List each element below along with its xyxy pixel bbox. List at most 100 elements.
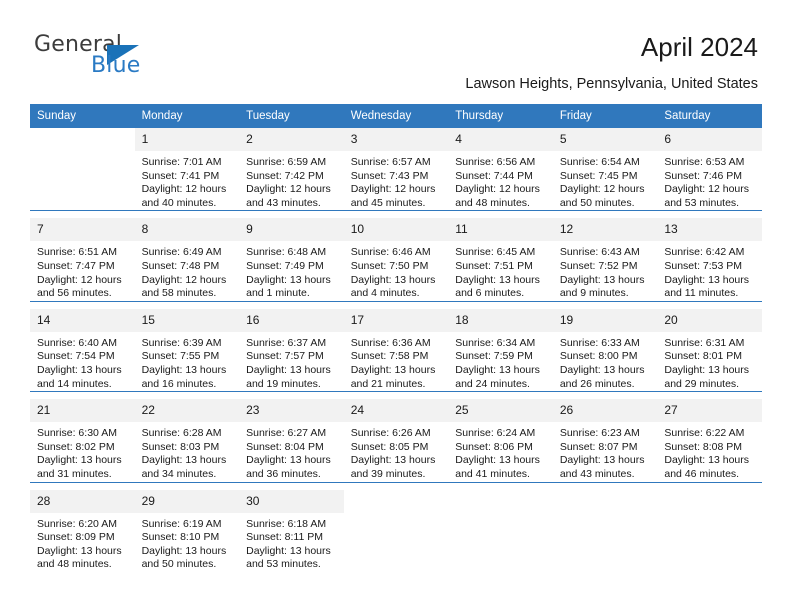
day-number: 13 <box>657 218 762 242</box>
day-number <box>343 489 449 513</box>
sunset-text: Sunset: 8:11 PM <box>246 531 323 544</box>
day-info: Sunrise: 6:31 AM Sunset: 8:01 PM Dayligh… <box>657 332 762 391</box>
day-number: 3 <box>343 128 449 151</box>
day-number: 27 <box>657 399 762 423</box>
day-cell[interactable] <box>30 128 135 211</box>
day-info: Sunrise: 6:51 AM Sunset: 7:47 PM Dayligh… <box>30 241 135 300</box>
sunrise-text: Sunrise: 6:45 AM <box>455 246 536 259</box>
day-info: Sunrise: 6:23 AM Sunset: 8:07 PM Dayligh… <box>553 422 658 481</box>
sunset-text: Sunset: 7:52 PM <box>559 259 638 272</box>
calendar-header-row: Sunday Monday Tuesday Wednesday Thursday… <box>30 104 762 128</box>
day-cell[interactable] <box>343 489 449 572</box>
day-info: Sunrise: 6:18 AM Sunset: 8:11 PM Dayligh… <box>239 513 344 572</box>
day-cell[interactable]: 15 Sunrise: 6:39 AM Sunset: 7:55 PM Dayl… <box>134 308 240 392</box>
day-cell[interactable]: 3 Sunrise: 6:57 AM Sunset: 7:43 PM Dayli… <box>343 128 449 211</box>
daylight-text: Daylight: 12 hours and 45 minutes. <box>350 183 436 209</box>
day-info: Sunrise: 7:01 AM Sunset: 7:41 PM Dayligh… <box>135 151 240 210</box>
sunrise-text: Sunrise: 6:23 AM <box>559 427 640 440</box>
daylight-text: Daylight: 13 hours and 41 minutes. <box>455 454 540 480</box>
daylight-text: Daylight: 13 hours and 31 minutes. <box>37 454 122 480</box>
day-cell[interactable]: 2 Sunrise: 6:59 AM Sunset: 7:42 PM Dayli… <box>239 128 344 211</box>
sunrise-text: Sunrise: 6:57 AM <box>350 156 431 168</box>
sunrise-text: Sunrise: 6:34 AM <box>455 336 536 349</box>
day-cell[interactable]: 28 Sunrise: 6:20 AM Sunset: 8:09 PM Dayl… <box>30 489 135 572</box>
daylight-text: Daylight: 13 hours and 24 minutes. <box>455 363 540 390</box>
day-info: Sunrise: 6:26 AM Sunset: 8:05 PM Dayligh… <box>344 422 449 481</box>
day-cell[interactable]: 5 Sunrise: 6:54 AM Sunset: 7:45 PM Dayli… <box>552 128 658 211</box>
daylight-text: Daylight: 13 hours and 50 minutes. <box>141 544 227 571</box>
sunrise-text: Sunrise: 6:42 AM <box>664 246 745 259</box>
day-cell[interactable] <box>448 489 553 572</box>
weekday-header-sunday: Sunday <box>30 104 135 128</box>
day-number: 30 <box>239 489 344 513</box>
day-info: Sunrise: 6:42 AM Sunset: 7:53 PM Dayligh… <box>657 241 762 300</box>
daylight-text: Daylight: 13 hours and 11 minutes. <box>664 273 750 300</box>
day-cell[interactable]: 18 Sunrise: 6:34 AM Sunset: 7:59 PM Dayl… <box>448 308 553 392</box>
calendar-week-row: 7 Sunrise: 6:51 AM Sunset: 7:47 PM Dayli… <box>30 218 762 301</box>
sunset-text: Sunset: 8:01 PM <box>664 350 743 363</box>
day-cell[interactable]: 24 Sunrise: 6:26 AM Sunset: 8:05 PM Dayl… <box>343 399 449 482</box>
daylight-text: Daylight: 12 hours and 58 minutes. <box>141 273 227 300</box>
day-cell[interactable]: 22 Sunrise: 6:28 AM Sunset: 8:03 PM Dayl… <box>134 399 240 482</box>
calendar-week-row: 14 Sunrise: 6:40 AM Sunset: 7:54 PM Dayl… <box>30 308 762 392</box>
day-cell[interactable]: 10 Sunrise: 6:46 AM Sunset: 7:50 PM Dayl… <box>343 218 449 301</box>
day-cell[interactable]: 23 Sunrise: 6:27 AM Sunset: 8:04 PM Dayl… <box>239 399 344 482</box>
sunrise-text: Sunrise: 6:48 AM <box>246 246 327 259</box>
day-info: Sunrise: 6:24 AM Sunset: 8:06 PM Dayligh… <box>448 422 553 481</box>
sunset-text: Sunset: 7:55 PM <box>141 350 220 363</box>
day-cell[interactable] <box>657 489 762 572</box>
day-cell[interactable]: 17 Sunrise: 6:36 AM Sunset: 7:58 PM Dayl… <box>343 308 449 392</box>
week-separator <box>30 210 762 219</box>
day-info: Sunrise: 6:53 AM Sunset: 7:46 PM Dayligh… <box>657 151 762 210</box>
sunrise-text: Sunrise: 6:39 AM <box>141 336 222 349</box>
sunset-text: Sunset: 7:42 PM <box>246 169 324 182</box>
day-cell[interactable] <box>552 489 658 572</box>
day-cell[interactable]: 27 Sunrise: 6:22 AM Sunset: 8:08 PM Dayl… <box>657 399 762 482</box>
week-separator <box>30 481 762 490</box>
daylight-text: Daylight: 12 hours and 48 minutes. <box>455 183 540 209</box>
day-cell[interactable]: 26 Sunrise: 6:23 AM Sunset: 8:07 PM Dayl… <box>552 399 658 482</box>
sunset-text: Sunset: 7:53 PM <box>664 259 743 272</box>
day-cell[interactable]: 6 Sunrise: 6:53 AM Sunset: 7:46 PM Dayli… <box>657 128 762 211</box>
day-cell[interactable]: 1 Sunrise: 7:01 AM Sunset: 7:41 PM Dayli… <box>134 128 240 211</box>
daylight-text: Daylight: 13 hours and 4 minutes. <box>350 273 436 300</box>
day-cell[interactable]: 13 Sunrise: 6:42 AM Sunset: 7:53 PM Dayl… <box>657 218 762 301</box>
sunset-text: Sunset: 8:04 PM <box>246 440 324 453</box>
logo-text-blue: Blue <box>91 53 141 78</box>
sunrise-text: Sunrise: 6:27 AM <box>246 427 327 440</box>
calendar-page: General Blue April 2024 Lawson Heights, … <box>0 0 792 612</box>
sunrise-text: Sunrise: 6:59 AM <box>246 156 327 168</box>
day-cell[interactable]: 20 Sunrise: 6:31 AM Sunset: 8:01 PM Dayl… <box>657 308 762 392</box>
calendar-week-row: 28 Sunrise: 6:20 AM Sunset: 8:09 PM Dayl… <box>30 489 762 572</box>
sunrise-text: Sunrise: 6:54 AM <box>559 156 640 168</box>
day-cell[interactable]: 9 Sunrise: 6:48 AM Sunset: 7:49 PM Dayli… <box>239 218 344 301</box>
day-cell[interactable]: 14 Sunrise: 6:40 AM Sunset: 7:54 PM Dayl… <box>30 308 135 392</box>
day-cell[interactable]: 16 Sunrise: 6:37 AM Sunset: 7:57 PM Dayl… <box>239 308 344 392</box>
day-cell[interactable]: 25 Sunrise: 6:24 AM Sunset: 8:06 PM Dayl… <box>448 399 553 482</box>
sunset-text: Sunset: 8:09 PM <box>37 531 115 544</box>
day-info: Sunrise: 6:30 AM Sunset: 8:02 PM Dayligh… <box>30 422 135 481</box>
day-number <box>448 489 553 513</box>
daylight-text: Daylight: 13 hours and 43 minutes. <box>559 454 645 480</box>
day-info: Sunrise: 6:27 AM Sunset: 8:04 PM Dayligh… <box>239 422 344 481</box>
day-cell[interactable]: 30 Sunrise: 6:18 AM Sunset: 8:11 PM Dayl… <box>239 489 344 572</box>
sunset-text: Sunset: 7:41 PM <box>141 169 220 182</box>
day-cell[interactable]: 7 Sunrise: 6:51 AM Sunset: 7:47 PM Dayli… <box>30 218 135 301</box>
day-cell[interactable]: 21 Sunrise: 6:30 AM Sunset: 8:02 PM Dayl… <box>30 399 135 482</box>
sunset-text: Sunset: 7:45 PM <box>559 169 638 182</box>
day-number: 24 <box>343 399 449 423</box>
day-cell[interactable]: 11 Sunrise: 6:45 AM Sunset: 7:51 PM Dayl… <box>448 218 553 301</box>
sunrise-text: Sunrise: 7:01 AM <box>141 156 222 168</box>
day-cell[interactable]: 8 Sunrise: 6:49 AM Sunset: 7:48 PM Dayli… <box>134 218 240 301</box>
sunset-text: Sunset: 7:49 PM <box>246 259 324 272</box>
day-number: 5 <box>552 128 658 151</box>
day-cell[interactable]: 12 Sunrise: 6:43 AM Sunset: 7:52 PM Dayl… <box>552 218 658 301</box>
day-cell[interactable]: 29 Sunrise: 6:19 AM Sunset: 8:10 PM Dayl… <box>134 489 240 572</box>
day-cell[interactable]: 19 Sunrise: 6:33 AM Sunset: 8:00 PM Dayl… <box>552 308 658 392</box>
day-info: Sunrise: 6:49 AM Sunset: 7:48 PM Dayligh… <box>135 241 240 300</box>
sunrise-text: Sunrise: 6:46 AM <box>350 246 431 259</box>
day-number: 29 <box>134 489 240 513</box>
day-number: 7 <box>30 218 135 242</box>
daylight-text: Daylight: 12 hours and 50 minutes. <box>559 183 645 209</box>
day-cell[interactable]: 4 Sunrise: 6:56 AM Sunset: 7:44 PM Dayli… <box>448 128 553 211</box>
